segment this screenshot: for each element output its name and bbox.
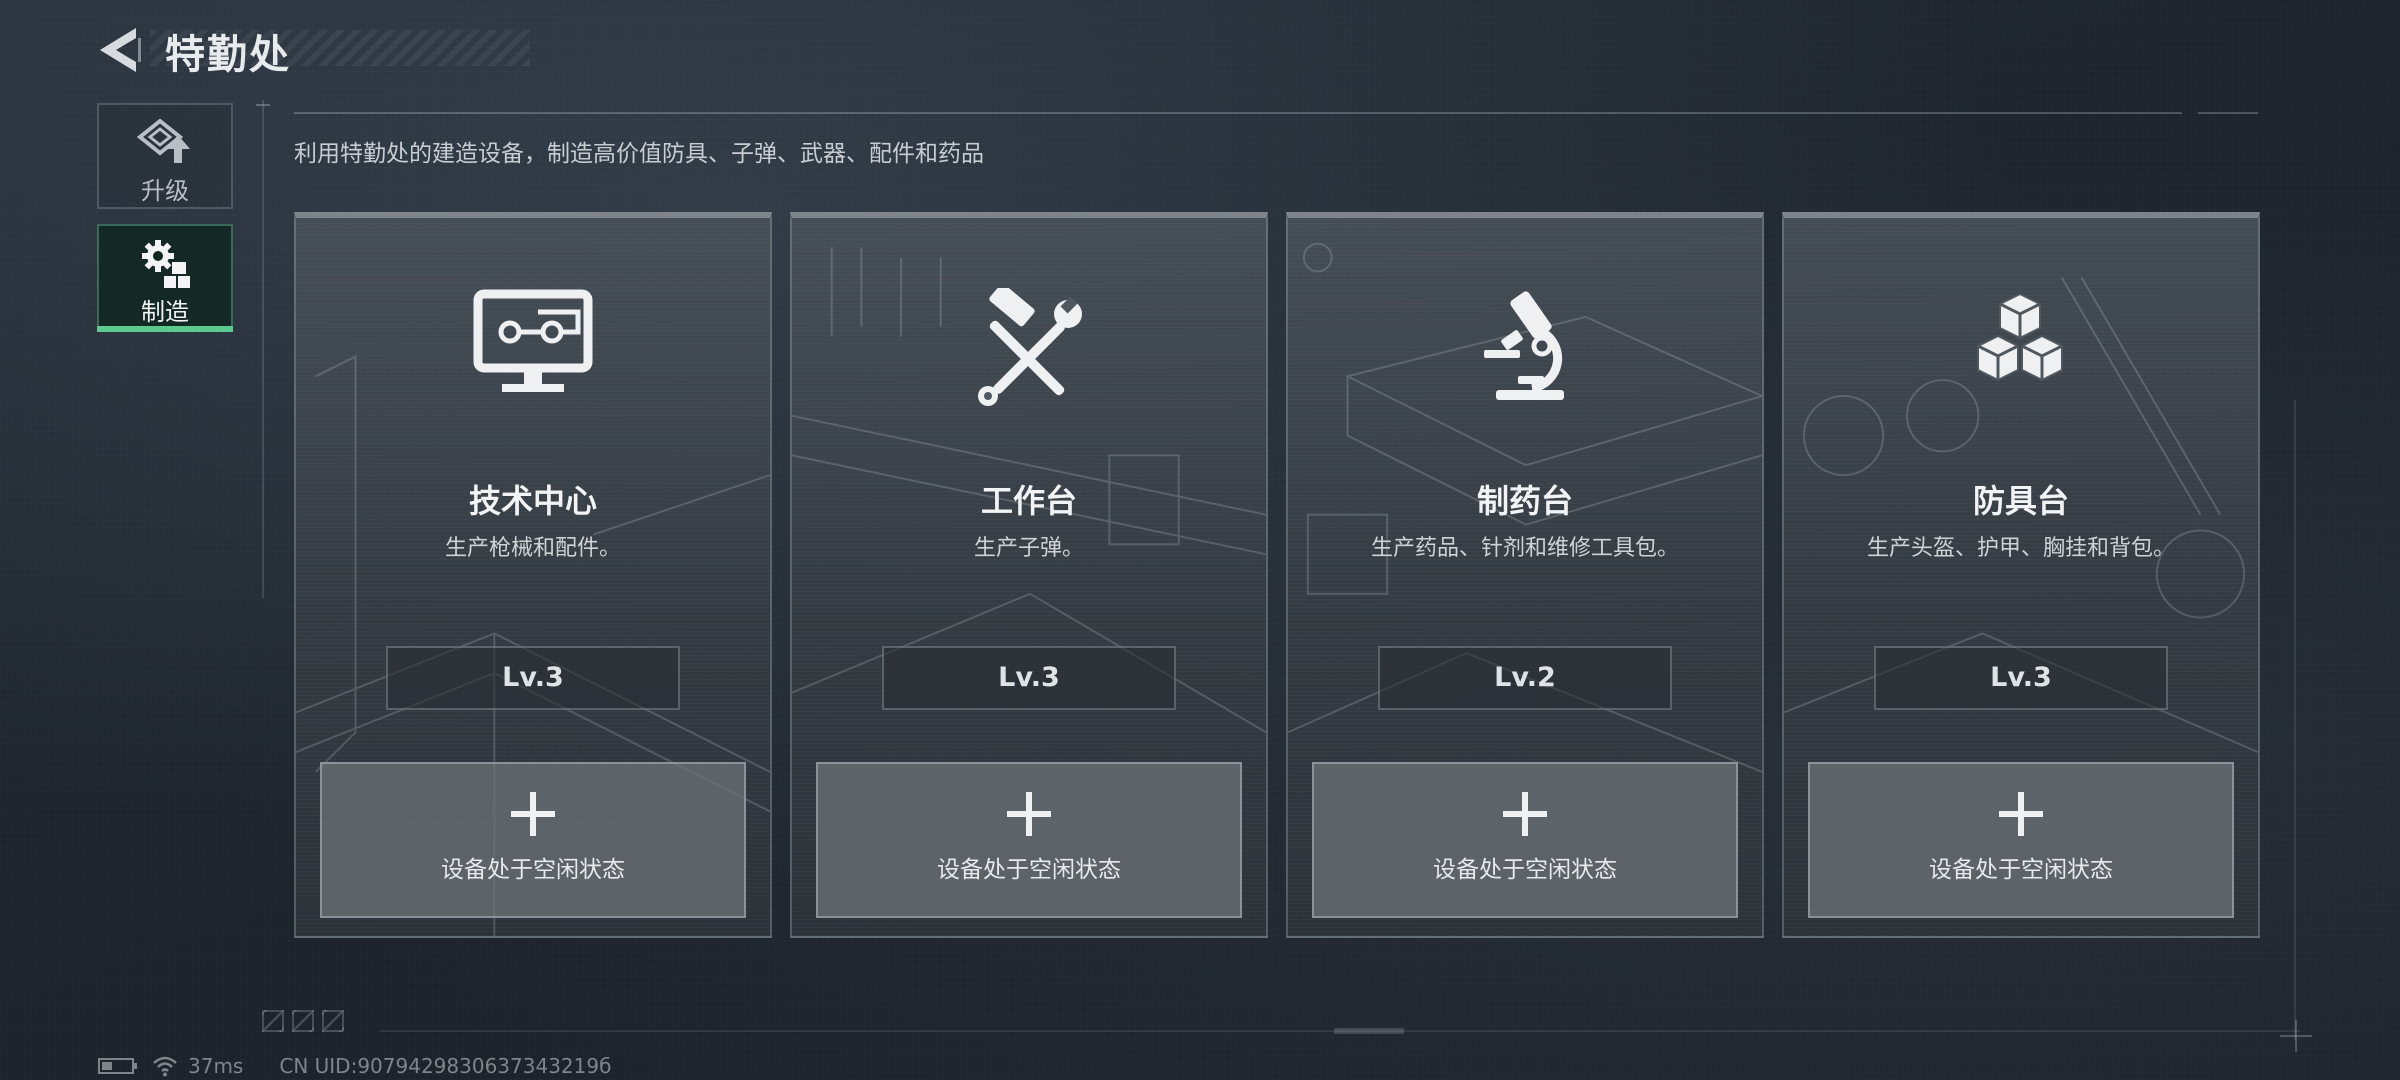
plus-icon: [1503, 792, 1547, 836]
top-divider: [294, 112, 2182, 114]
station-level: Lv.3: [386, 646, 680, 710]
station-description: 生产头盔、护甲、胸挂和背包。: [1866, 536, 2175, 561]
station-name: 防具台: [1972, 482, 2069, 520]
station-card-tech-center[interactable]: 技术中心 生产枪械和配件。 Lv.3 设备处于空闲状态: [294, 212, 772, 938]
station-name: 工作台: [980, 482, 1077, 520]
tab-upgrade[interactable]: 升级: [97, 103, 233, 209]
station-level: Lv.3: [1874, 646, 2168, 710]
back-arrow-icon: [100, 28, 141, 72]
back-button[interactable]: [96, 24, 142, 76]
station-card-workbench[interactable]: 工作台 生产子弹。 Lv.3 设备处于空闲状态: [790, 212, 1268, 938]
idle-status-label: 设备处于空闲状态: [937, 857, 1121, 883]
tab-upgrade-label: 升级: [141, 177, 189, 205]
plus-icon: [1007, 792, 1051, 836]
status-bar: 37ms CN UID:9079429830637343219б: [98, 1054, 611, 1078]
hammer-wrench-icon: [978, 288, 1082, 406]
screen: 特勤处 升级 制造 利用特勤处的建造设备，制造高价值防具、子弹、武器、配件和药品…: [0, 0, 2400, 1080]
idle-status-label: 设备处于空闲状态: [441, 857, 625, 883]
left-guide-line: [262, 100, 264, 598]
corner-crosshair: [2280, 1020, 2312, 1052]
station-level: Lv.3: [882, 646, 1176, 710]
bottom-segment: [1334, 1028, 1404, 1034]
add-production-button[interactable]: 设备处于空闲状态: [1312, 762, 1738, 918]
station-name: 制药台: [1476, 482, 1573, 520]
upgrade-icon: [136, 118, 190, 163]
add-production-button[interactable]: 设备处于空闲状态: [1808, 762, 2234, 918]
battery-icon: [98, 1058, 137, 1074]
left-guide-tick: [256, 104, 270, 106]
active-tab-indicator: [97, 326, 233, 332]
station-description: 生产子弹。: [973, 536, 1084, 561]
station-card-pharmacy[interactable]: 制药台 生产药品、针剂和维修工具包。 Lv.2 设备处于空闲状态: [1286, 212, 1764, 938]
wifi-icon: [153, 1056, 177, 1077]
station-card-armor-bench[interactable]: 防具台 生产头盔、护甲、胸挂和背包。 Lv.3 设备处于空闲状态: [1782, 212, 2260, 938]
idle-status-label: 设备处于空闲状态: [1929, 857, 2113, 883]
station-name: 技术中心: [468, 482, 597, 520]
page-description: 利用特勤处的建造设备，制造高价值防具、子弹、武器、配件和药品: [294, 141, 984, 167]
tab-craft-label: 制造: [141, 298, 189, 326]
stacked-cubes-icon: [1977, 292, 2063, 382]
computer-monitor-icon: [473, 289, 593, 392]
tab-craft[interactable]: 制造: [97, 224, 233, 332]
right-guide-line: [2294, 400, 2296, 1040]
top-divider-end: [2198, 112, 2258, 114]
page-title: 特勤处: [165, 32, 291, 78]
user-uid: CN UID:9079429830637343219б: [279, 1054, 612, 1078]
station-description: 生产枪械和配件。: [444, 536, 621, 561]
plus-icon: [1999, 792, 2043, 836]
bottom-decoration: [262, 1010, 352, 1034]
add-production-button[interactable]: 设备处于空闲状态: [320, 762, 746, 918]
add-production-button[interactable]: 设备处于空闲状态: [816, 762, 1242, 918]
gears-cubes-icon: [142, 240, 190, 288]
microscope-icon: [1484, 291, 1564, 400]
latency-readout: 37ms: [188, 1054, 244, 1078]
station-level: Lv.2: [1378, 646, 1672, 710]
station-description: 生产药品、针剂和维修工具包。: [1370, 536, 1679, 561]
plus-icon: [511, 792, 555, 836]
idle-status-label: 设备处于空闲状态: [1433, 857, 1617, 883]
